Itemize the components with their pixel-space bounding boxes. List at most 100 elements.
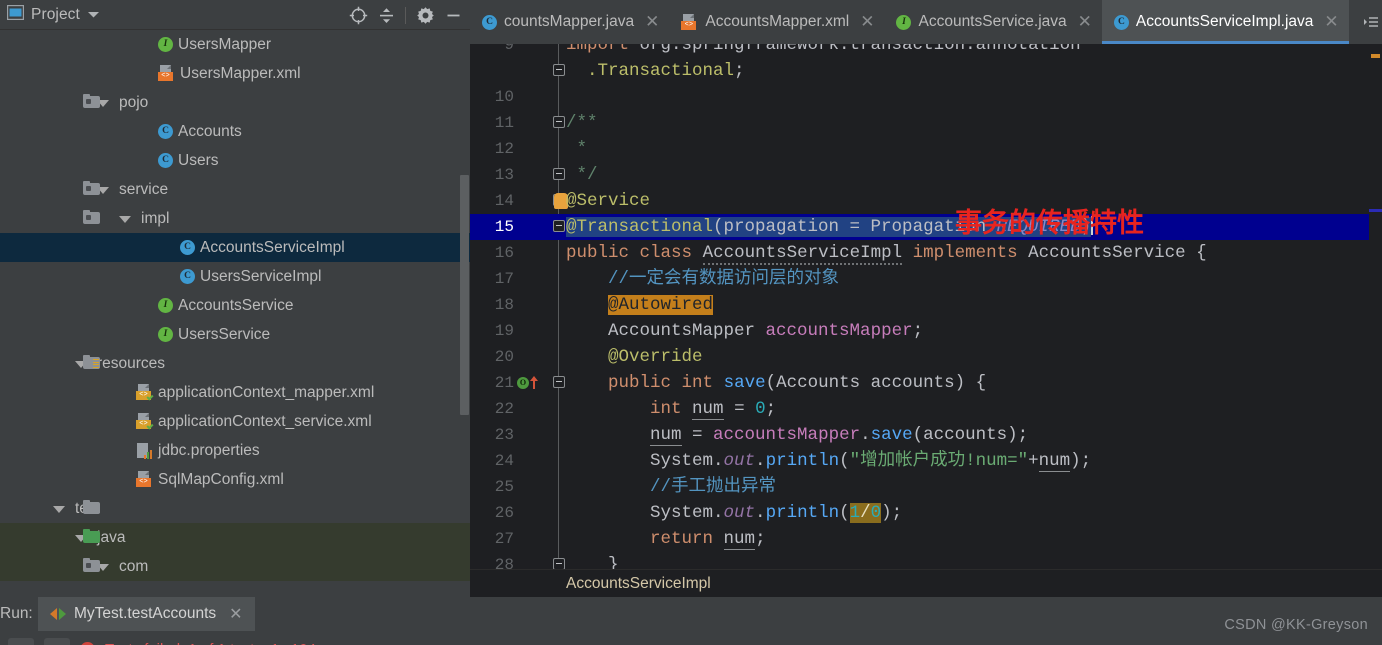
tree-item[interactable]: <> SqlMapConfig.xml — [0, 465, 470, 494]
tree-item[interactable]: <> applicationContext_mapper.xml — [0, 378, 470, 407]
warning-marker[interactable] — [1371, 54, 1380, 58]
project-tree-scrollbar[interactable] — [460, 175, 469, 415]
code-lines[interactable]: 9 import org.springframework.transaction.… — [470, 44, 1382, 569]
close-icon[interactable]: ✕ — [1078, 12, 1092, 32]
tree-item[interactable]: pojo — [0, 88, 470, 117]
gear-icon[interactable] — [412, 2, 438, 28]
tree-item[interactable]: jdbc.properties — [0, 436, 470, 465]
tree-item-label: UsersService — [178, 325, 271, 343]
code-text[interactable]: //一定会有数据访问层的对象 — [566, 266, 839, 292]
code-line[interactable]: 24 System.out.println("增加帐户成功!num="+num)… — [470, 448, 1382, 474]
code-text[interactable]: int num = 0; — [566, 396, 776, 422]
code-fold-icon[interactable] — [553, 220, 566, 233]
code-text[interactable]: @Override — [566, 344, 703, 370]
code-line[interactable]: 15 @Transactional(propagation = Propagati… — [470, 214, 1382, 240]
code-line[interactable]: 21 O public int save(Accounts accounts) { — [470, 370, 1382, 396]
tree-item[interactable]: C UsersServiceImpl — [0, 262, 470, 291]
tree-item-label: applicationContext_mapper.xml — [158, 383, 375, 401]
tab-list-icon[interactable] — [1360, 0, 1382, 44]
editor-tab[interactable]: CcountsMapper.java ✕ — [470, 0, 669, 44]
code-line[interactable]: .Transactional; — [470, 58, 1382, 84]
close-icon[interactable]: ✕ — [229, 604, 242, 624]
code-line[interactable]: 14 @Service — [470, 188, 1382, 214]
code-text[interactable]: //手工抛出异常 — [566, 474, 776, 500]
code-line[interactable]: 19 AccountsMapper accountsMapper; — [470, 318, 1382, 344]
code-text[interactable]: @Service — [566, 188, 650, 214]
tree-item[interactable]: test — [0, 494, 470, 523]
code-line[interactable]: 10 — [470, 84, 1382, 110]
tree-item[interactable]: com — [0, 552, 470, 581]
editor-tab[interactable]: I AccountsService.java ✕ — [884, 0, 1101, 44]
code-text[interactable]: public class AccountsServiceImpl impleme… — [566, 240, 1207, 266]
tree-item[interactable]: java — [0, 523, 470, 552]
chevron-down-icon[interactable] — [87, 6, 100, 24]
tree-item[interactable]: <> UsersMapper.xml — [0, 59, 470, 88]
code-text[interactable]: /** — [566, 110, 598, 136]
tree-item-selected[interactable]: C AccountsServiceImpl — [0, 233, 470, 262]
tree-item[interactable]: I UsersService — [0, 320, 470, 349]
toggle-button[interactable] — [44, 638, 70, 645]
code-line[interactable]: 25 //手工抛出异常 — [470, 474, 1382, 500]
minimize-icon[interactable] — [440, 2, 466, 28]
code-line[interactable]: 26 System.out.println(1/0); — [470, 500, 1382, 526]
code-line[interactable]: 13 */ — [470, 162, 1382, 188]
code-text[interactable]: AccountsMapper accountsMapper; — [566, 318, 923, 344]
code-text[interactable]: } — [566, 552, 619, 569]
breadcrumb[interactable]: AccountsServiceImpl — [470, 569, 1382, 597]
editor-tab[interactable]: C AccountsServiceImpl.java ✕ — [1101, 0, 1349, 44]
tree-item[interactable]: I UsersMapper — [0, 30, 470, 59]
code-line[interactable]: 16 public class AccountsServiceImpl imple… — [470, 240, 1382, 266]
close-icon[interactable]: ✕ — [860, 12, 874, 32]
interface-icon: I — [896, 14, 912, 30]
code-text[interactable]: .Transactional; — [566, 58, 745, 84]
tree-item[interactable]: resources — [0, 349, 470, 378]
code-text[interactable]: * — [566, 136, 588, 162]
code-line[interactable]: 22 int num = 0; — [470, 396, 1382, 422]
tree-item[interactable]: service — [0, 175, 470, 204]
code-line[interactable]: 9 import org.springframework.transaction.… — [470, 44, 1382, 58]
code-editor[interactable]: 9 import org.springframework.transaction.… — [470, 44, 1382, 569]
tree-item[interactable]: <> applicationContext_service.xml — [0, 407, 470, 436]
code-fold-icon[interactable] — [553, 64, 566, 77]
project-tree[interactable]: I UsersMapper <> UsersMapper.xml pojo C Accoun… — [0, 30, 470, 597]
editor-tab[interactable]: <> AccountsMapper.xml ✕ — [669, 0, 884, 44]
code-text[interactable]: */ — [566, 162, 598, 188]
chevron-expanded-icon[interactable] — [118, 212, 132, 226]
collapse-all-icon[interactable] — [373, 2, 399, 28]
project-title-group[interactable]: Project — [0, 4, 100, 25]
breadcrumb-class[interactable]: AccountsServiceImpl — [566, 575, 711, 593]
tree-item[interactable]: I AccountsService — [0, 291, 470, 320]
code-fold-icon[interactable] — [553, 116, 566, 129]
code-text[interactable]: System.out.println("增加帐户成功!num="+num); — [566, 448, 1091, 474]
current-line-marker[interactable] — [1369, 209, 1382, 212]
code-text[interactable]: import org.springframework.transaction.a… — [566, 44, 1081, 58]
tree-item[interactable]: C Accounts — [0, 117, 470, 146]
code-line[interactable]: 11 /** — [470, 110, 1382, 136]
close-icon[interactable]: ✕ — [1324, 12, 1338, 32]
code-text[interactable]: num = accountsMapper.save(accounts); — [566, 422, 1028, 448]
code-line[interactable]: 28 } — [470, 552, 1382, 569]
code-fold-icon[interactable] — [553, 168, 566, 181]
locate-icon[interactable] — [345, 2, 371, 28]
code-text[interactable]: @Autowired — [566, 292, 714, 318]
code-text[interactable]: return num; — [566, 526, 766, 552]
code-line[interactable]: 18 @Autowired — [470, 292, 1382, 318]
chevron-expanded-icon[interactable] — [52, 502, 66, 516]
run-configuration-tab[interactable]: MyTest.testAccounts ✕ — [38, 597, 255, 631]
code-text[interactable]: public int save(Accounts accounts) { — [566, 370, 986, 396]
code-fold-icon[interactable] — [553, 376, 566, 389]
code-fold-icon[interactable] — [553, 558, 566, 569]
code-line[interactable]: 23 num = accountsMapper.save(accounts); — [470, 422, 1382, 448]
code-line[interactable]: 27 return num; — [470, 526, 1382, 552]
code-line[interactable]: 12 * — [470, 136, 1382, 162]
close-icon[interactable]: ✕ — [645, 12, 659, 32]
implementing-method-icon[interactable]: O — [517, 375, 543, 391]
code-text[interactable]: System.out.println(1/0); — [566, 500, 902, 526]
code-line[interactable]: 20 @Override — [470, 344, 1382, 370]
editor-marker-bar[interactable] — [1369, 44, 1382, 569]
tree-item[interactable]: impl — [0, 204, 470, 233]
tree-item[interactable]: C Users — [0, 146, 470, 175]
rerun-button[interactable] — [8, 638, 34, 645]
code-line[interactable]: 17 //一定会有数据访问层的对象 — [470, 266, 1382, 292]
tree-item-label: UsersMapper.xml — [180, 64, 301, 82]
